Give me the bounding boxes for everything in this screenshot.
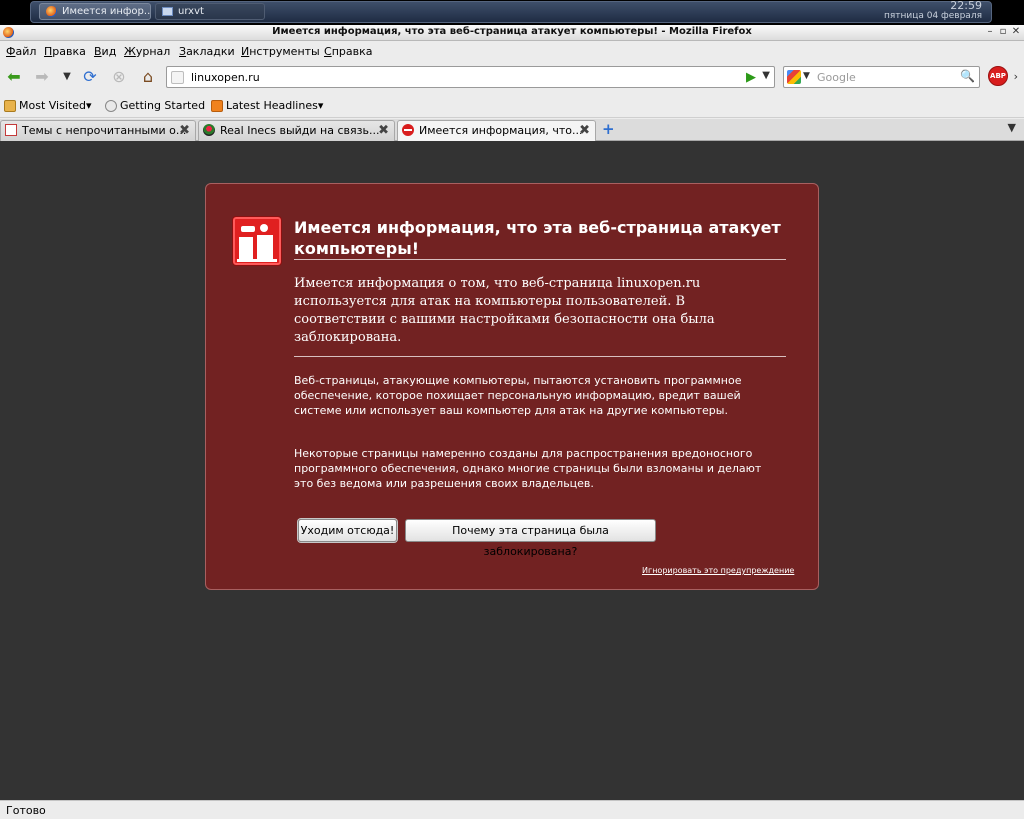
new-tab-button[interactable]: + [602, 120, 615, 138]
error-page-container: Имеется информация, что эта веб-страница… [205, 183, 819, 590]
url-dropdown-icon[interactable]: ▼ [762, 70, 770, 81]
firefox-icon [46, 6, 57, 17]
reload-icon: ⟳ [83, 67, 97, 86]
malware-warning-icon [232, 216, 282, 266]
site-identity-icon[interactable] [171, 71, 184, 84]
search-placeholder[interactable]: Google [817, 71, 856, 84]
menu-history[interactable]: Журнал [124, 45, 170, 58]
bookmark-getting-started[interactable]: Getting Started [105, 99, 205, 112]
close-window-button[interactable]: ✕ [1010, 26, 1022, 37]
rss-feed-icon [211, 100, 223, 112]
maximize-button[interactable]: ▫ [997, 26, 1009, 37]
bookmark-latest-headlines[interactable]: Latest Headlines▾ [211, 99, 323, 112]
divider [294, 356, 786, 357]
close-icon[interactable]: ✖ [378, 121, 389, 140]
taskbar-task-firefox[interactable]: Имеется инфор... [39, 3, 151, 20]
blocked-icon [402, 124, 414, 136]
terminal-icon [162, 7, 173, 16]
reload-button[interactable]: ⟳ [80, 67, 100, 87]
menu-view[interactable]: Вид [94, 45, 116, 58]
back-arrow-icon: ⬅ [7, 67, 21, 86]
menu-help[interactable]: Справка [324, 45, 372, 58]
toolbar-chevron-icon[interactable]: › [1014, 70, 1018, 83]
clock-date: пятница 04 февраля [883, 11, 982, 21]
tab-label: Имеется информация, что... [419, 124, 583, 137]
tab-bar: Темы с непрочитанными о... ✖ Real Inecs … [0, 119, 1024, 142]
get-me-out-button[interactable]: Уходим отсюда! [298, 519, 397, 542]
getting-started-icon [105, 100, 117, 112]
forum-icon [5, 124, 17, 136]
bookmark-most-visited[interactable]: Most Visited▾ [4, 99, 91, 112]
history-dropdown[interactable]: ▼ [57, 67, 77, 87]
adblock-plus-button[interactable]: ABP [988, 66, 1008, 86]
go-arrow-icon[interactable]: ▶ [746, 70, 756, 85]
minimize-button[interactable]: – [984, 26, 996, 37]
menu-tools[interactable]: Инструменты [241, 45, 320, 58]
taskbar-task-urxvt[interactable]: urxvt [155, 3, 265, 20]
google-engine-icon[interactable] [787, 70, 801, 84]
page-content: Имеется информация, что эта веб-страница… [0, 141, 1024, 800]
navigation-toolbar: ⬅ ➡ ▼ ⟳ ⊗ ⌂ linuxopen.ru ▶ ▼ ▼ Google 🔍 [0, 62, 1024, 92]
forward-button[interactable]: ➡ [32, 67, 52, 87]
tab-forum[interactable]: Темы с непрочитанными о... ✖ [0, 120, 196, 141]
search-icon[interactable]: 🔍 [960, 69, 975, 83]
window-title: Имеется информация, что эта веб-страница… [272, 26, 752, 37]
chevron-down-icon: ▾ [317, 99, 324, 112]
error-short-description: Имеется информация о том, что веб-страни… [294, 276, 715, 345]
engine-dropdown-icon[interactable]: ▼ [803, 71, 810, 81]
url-bar[interactable]: linuxopen.ru ▶ ▼ [166, 66, 775, 88]
bookmark-label: Latest Headlines [226, 99, 318, 112]
long-description-paragraph: Некоторые страницы намеренно созданы для… [294, 447, 762, 490]
search-bar[interactable]: ▼ Google 🔍 [783, 66, 980, 88]
chevron-down-icon: ▾ [85, 99, 92, 112]
taskbar: Имеется инфор... urxvt 22:59 пятница 04 … [0, 0, 1024, 25]
ignore-warning-link[interactable]: Игнорировать это предупреждение [642, 566, 794, 575]
status-bar: Готово [0, 800, 1024, 819]
menu-bookmarks[interactable]: Закладки [179, 45, 235, 58]
tab-label: Темы с непрочитанными о... [22, 124, 187, 137]
menu-edit[interactable]: Правка [44, 45, 86, 58]
divider [294, 259, 786, 260]
close-icon[interactable]: ✖ [179, 121, 190, 140]
taskbar-task-label: Имеется инфор... [62, 6, 151, 17]
tab-blocked-page[interactable]: Имеется информация, что... ✖ [397, 120, 596, 142]
taskbar-task-label: urxvt [178, 6, 204, 17]
tab-label: Real Inecs выйди на связь... [220, 124, 380, 137]
error-title: Имеется информация, что эта веб-страница… [294, 218, 781, 258]
bookmarks-toolbar: Most Visited▾ Getting Started Latest Hea… [0, 94, 1024, 118]
tab-real-inecs[interactable]: Real Inecs выйди на связь... ✖ [198, 120, 395, 141]
clock: 22:59 пятница 04 февраля [884, 0, 982, 22]
menu-bar: Файл Правка Вид Журнал Закладки Инструме… [0, 42, 1024, 62]
most-visited-icon [4, 100, 16, 112]
all-tabs-dropdown[interactable]: ▼ [1008, 121, 1016, 134]
close-icon[interactable]: ✖ [579, 121, 590, 140]
menu-file[interactable]: Файл [6, 45, 36, 58]
status-text: Готово [6, 804, 46, 817]
bookmark-label: Getting Started [120, 99, 206, 112]
home-icon: ⌂ [142, 67, 154, 86]
home-button[interactable]: ⌂ [138, 67, 158, 87]
stop-button[interactable]: ⊗ [109, 67, 129, 87]
stop-icon: ⊗ [112, 67, 126, 86]
forward-arrow-icon: ➡ [35, 67, 49, 86]
long-description-paragraph: Веб-страницы, атакующие компьютеры, пыта… [294, 374, 742, 417]
clock-time: 22:59 [950, 0, 982, 12]
url-text[interactable]: linuxopen.ru [191, 71, 260, 84]
back-button[interactable]: ⬅ [4, 67, 24, 87]
chevron-down-icon: ▼ [63, 71, 71, 82]
bookmark-label: Most Visited [19, 99, 86, 112]
window-titlebar: Имеется информация, что эта веб-страница… [0, 25, 1024, 41]
why-blocked-button[interactable]: Почему эта страница была заблокирована? [405, 519, 656, 558]
site-icon [203, 124, 215, 136]
